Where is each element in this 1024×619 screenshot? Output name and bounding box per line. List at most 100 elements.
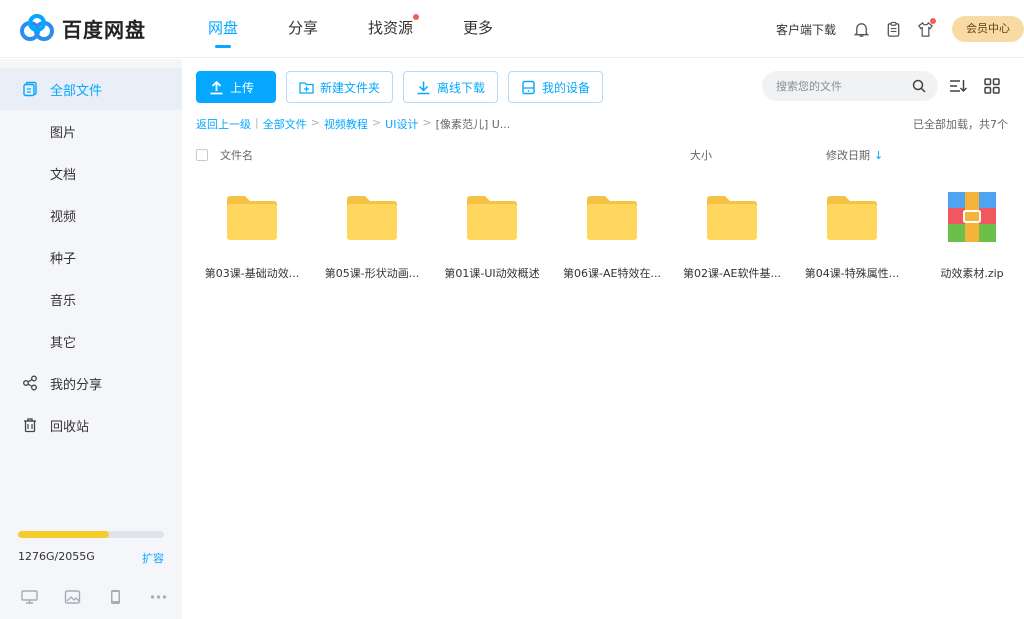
top-bar: 百度网盘 网盘 分享 找资源 更多 客户端下载 会员中心 [0,0,1024,58]
sidebar-item-label: 全部文件 [50,83,103,99]
sidebar-item-images[interactable]: 图片 [0,110,182,152]
nav-item-pan[interactable]: 网盘 [208,0,238,58]
phone-icon[interactable] [106,589,124,605]
folder-item[interactable]: 第04课-特殊属性... [792,189,912,281]
grid-view-icon[interactable] [982,77,1002,95]
sidebar-item-recycle-bin[interactable]: 回收站 [0,404,182,446]
breadcrumb-item-all-files[interactable]: 全部文件 [263,116,307,132]
main-nav: 网盘 分享 找资源 更多 [208,0,543,58]
image-icon[interactable] [63,589,81,605]
trash-icon [22,417,38,433]
view-options [934,77,1002,95]
sidebar-item-torrents[interactable]: 种子 [0,236,182,278]
main-content: 上传 新建文件夹 离线下载 我的设备 返回上一级 | 全部文件 > 视频教程 [182,59,1024,619]
sidebar-item-label: 我的分享 [50,377,103,393]
search-input[interactable] [776,79,916,93]
breadcrumb-separator: > [310,116,320,129]
new-folder-label: 新建文件夹 [320,80,381,95]
folder-icon [462,189,522,245]
app-title: 百度网盘 [62,18,146,42]
quota-text: 1276G/2055G [18,550,95,563]
file-name: 第03课-基础动效... [204,267,300,280]
column-size[interactable]: 大小 [690,147,826,163]
column-header: 文件名 大小 修改日期 ↓ [196,141,1008,169]
folder-item[interactable]: 第03课-基础动效... [192,189,312,281]
my-device-label: 我的设备 [542,80,591,95]
nav-item-share[interactable]: 分享 [288,0,318,58]
top-right-actions: 客户端下载 会员中心 [776,0,1024,58]
column-date-label: 修改日期 [826,149,870,162]
bell-icon[interactable] [852,20,870,38]
tshirt-icon[interactable] [916,18,936,38]
share-icon [22,375,38,391]
offline-download-button[interactable]: 离线下载 [403,71,499,103]
expand-storage-link[interactable]: 扩容 [142,550,164,566]
column-name[interactable]: 文件名 [220,147,690,163]
folder-item[interactable]: 第02课-AE软件基... [672,189,792,281]
storage-quota: 1276G/2055G 扩容 [18,531,164,566]
baidu-pan-logo-icon [20,13,54,41]
folder-item[interactable]: 第06课-AE特效在... [552,189,672,281]
zip-file-icon [942,189,1002,245]
folder-icon [822,189,882,245]
offline-download-label: 离线下载 [437,80,486,95]
nav-label: 找资源 [368,18,414,37]
clipboard-icon[interactable] [884,20,902,38]
folder-item[interactable]: 第01课-UI动效概述 [432,189,552,281]
files-icon [22,81,38,97]
breadcrumb-separator: > [422,116,432,129]
file-name: 第06课-AE特效在... [563,267,661,280]
folder-item[interactable]: 第05课-形状动画... [312,189,432,281]
file-name: 动效素材.zip [940,267,1004,280]
nav-item-more[interactable]: 更多 [463,0,493,58]
breadcrumb-item-ui-design[interactable]: UI设计 [385,116,418,132]
column-date[interactable]: 修改日期 ↓ [826,147,883,163]
folder-icon [222,189,282,245]
folder-icon [342,189,402,245]
sidebar-item-other[interactable]: 其它 [0,320,182,362]
sidebar-item-all-files[interactable]: 全部文件 [0,68,182,110]
more-icon[interactable] [149,589,167,605]
logo[interactable]: 百度网盘 [18,13,188,45]
sidebar-tools [20,589,192,605]
new-folder-button[interactable]: 新建文件夹 [286,71,394,103]
zip-file-item[interactable]: 动效素材.zip [912,189,1024,281]
my-device-button[interactable]: 我的设备 [508,71,604,103]
toolbar: 上传 新建文件夹 离线下载 我的设备 [196,71,613,103]
file-grid: 第03课-基础动效... 第05课-形状动画... 第01课-UI动效概述 第06课-… [192,189,1024,281]
breadcrumb-back-link[interactable]: 返回上一级 [196,116,251,132]
sort-down-icon: ↓ [874,149,884,162]
upload-button[interactable]: 上传 [196,71,276,103]
nav-label: 更多 [463,18,494,37]
device-icon [522,80,535,94]
breadcrumb-item-video-tutorials[interactable]: 视频教程 [324,116,368,132]
sidebar-item-music[interactable]: 音乐 [0,278,182,320]
file-name: 第04课-特殊属性... [804,267,900,280]
folder-icon [582,189,642,245]
sidebar-item-label: 文档 [50,167,77,183]
sidebar: 全部文件 图片 文档 视频 种子 音乐 其它 我的分享 回收站 1276G/20… [0,59,182,619]
file-name: 第05课-形状动画... [324,267,420,280]
monitor-icon[interactable] [20,589,38,605]
quota-fill [18,531,109,538]
notification-dot [413,13,420,20]
sidebar-item-label: 其它 [50,335,77,351]
sidebar-item-videos[interactable]: 视频 [0,194,182,236]
sidebar-item-my-shares[interactable]: 我的分享 [0,362,182,404]
select-all-checkbox[interactable] [196,149,208,161]
nav-item-find-resources[interactable]: 找资源 [368,0,420,58]
sidebar-item-label: 音乐 [50,293,77,309]
breadcrumb-separator: | [255,116,259,129]
sidebar-item-documents[interactable]: 文档 [0,152,182,194]
vip-center-button[interactable]: 会员中心 [952,16,1024,42]
loaded-status: 已全部加载，共7个 [913,118,1008,131]
breadcrumb-current: [像素范儿] U... [435,118,511,131]
search-icon[interactable] [912,79,926,93]
file-name: 第01课-UI动效概述 [444,267,540,280]
client-download-link[interactable]: 客户端下载 [776,21,836,38]
file-name: 第02课-AE软件基... [683,267,781,280]
sidebar-item-label: 图片 [50,125,77,141]
nav-label: 分享 [288,18,319,37]
sort-icon[interactable] [948,77,968,95]
breadcrumb: 返回上一级 | 全部文件 > 视频教程 > UI设计 > [像素范儿] U... [196,116,514,132]
